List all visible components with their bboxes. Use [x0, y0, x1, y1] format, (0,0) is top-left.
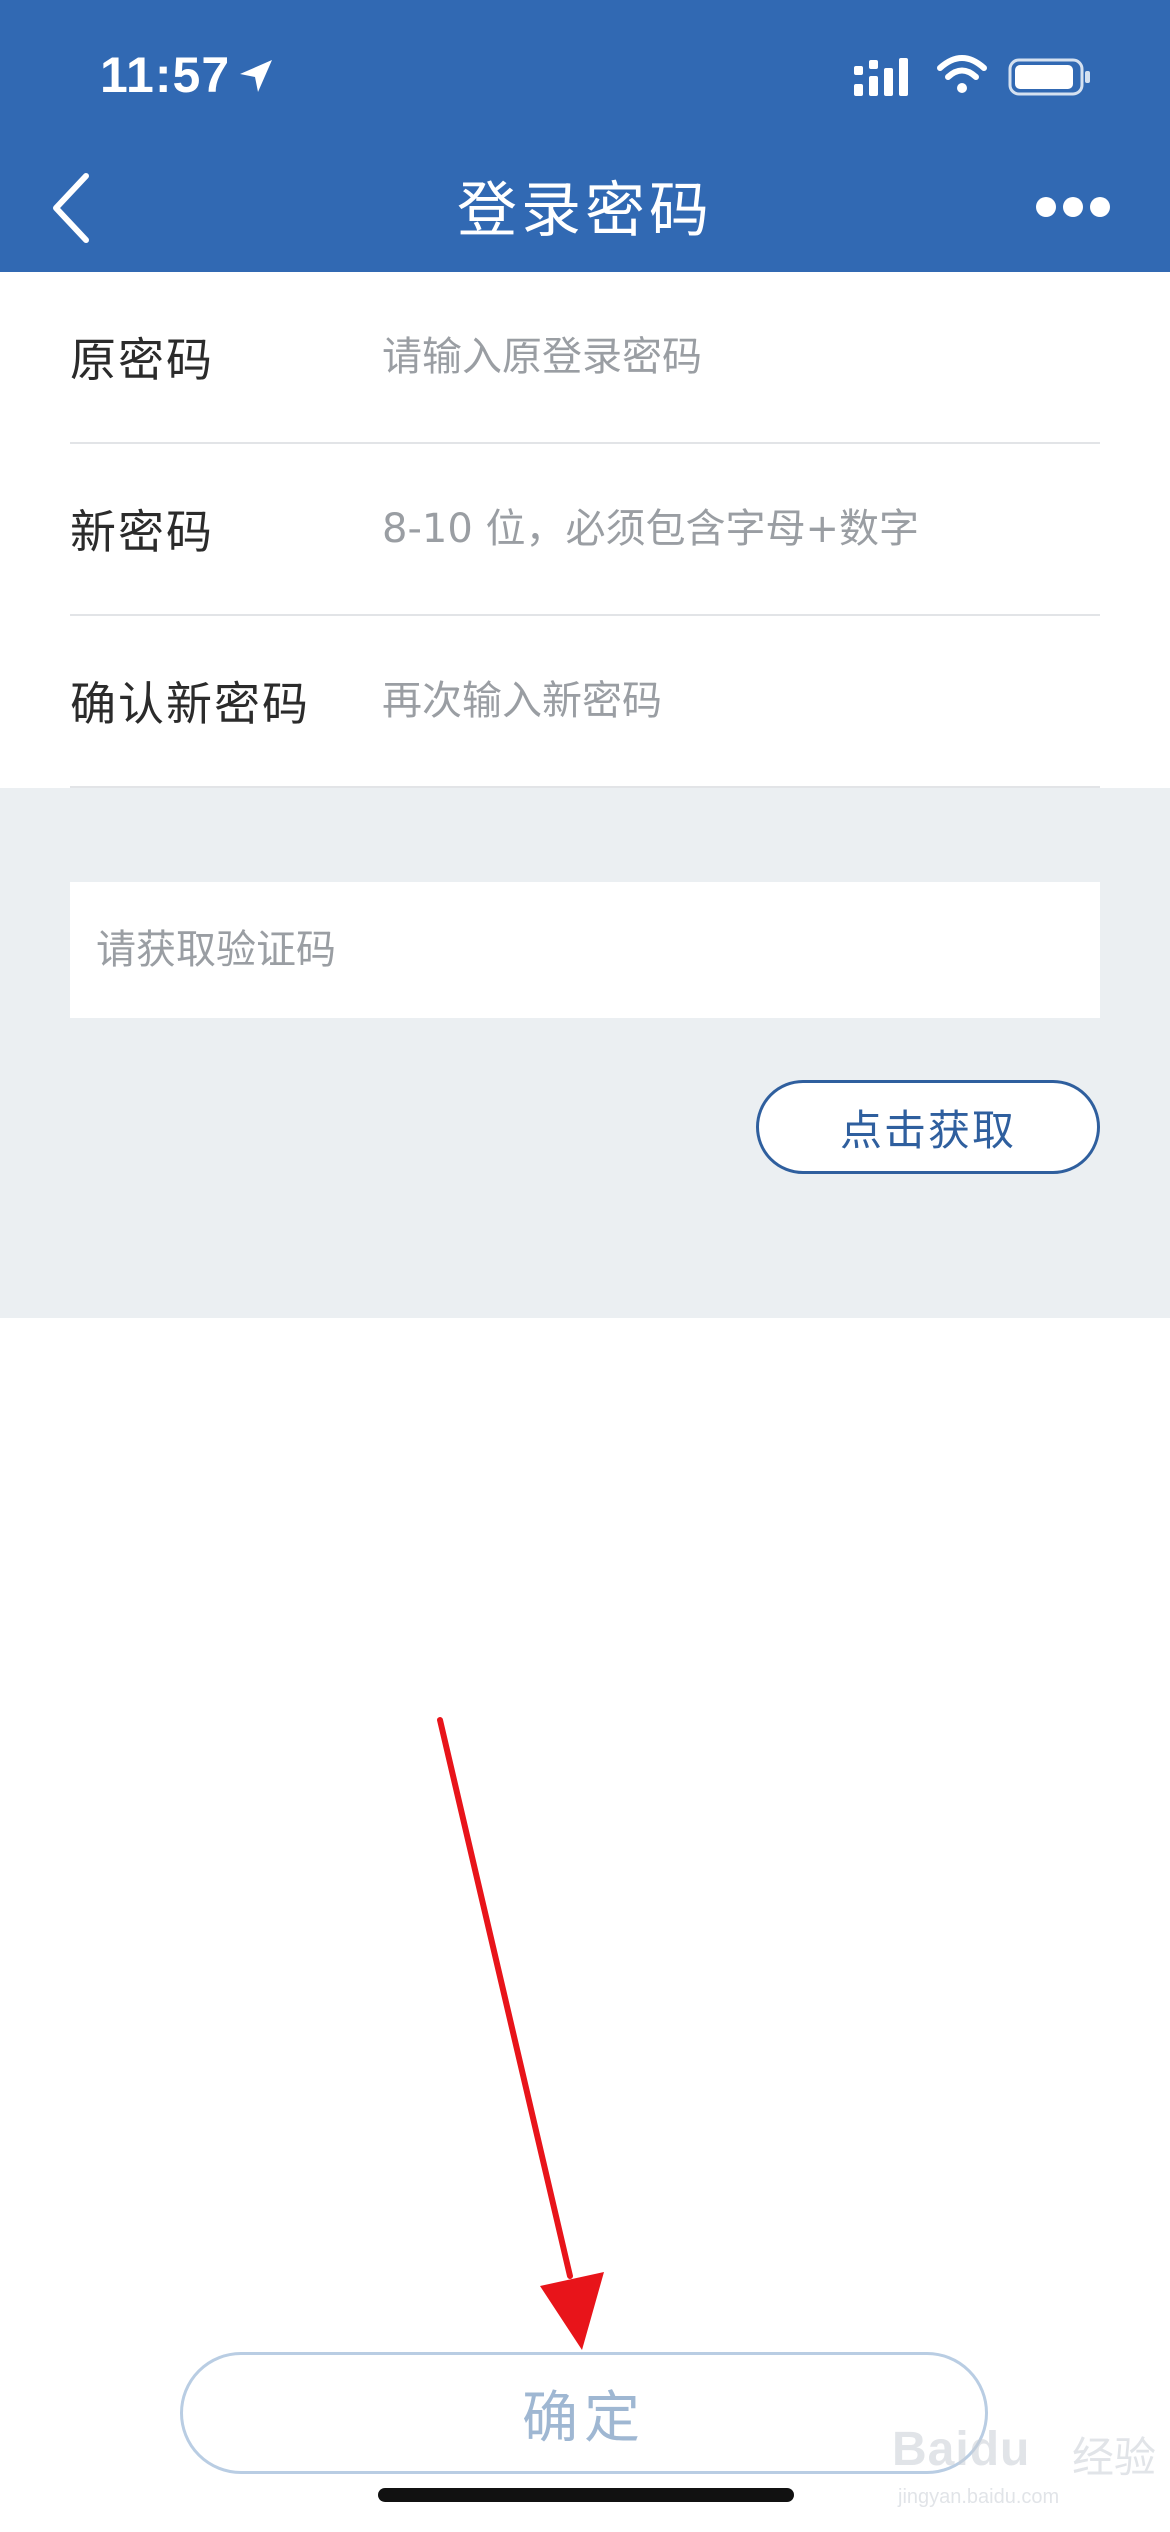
change-password-screen: 11:57 登录密码 原密码 新密码 确认新密码 请获取验证码 点击获取 确定 … [0, 0, 1170, 2532]
confirm-password-input[interactable] [382, 678, 1100, 724]
location-arrow-icon [240, 60, 272, 92]
battery-icon [1008, 58, 1090, 96]
annotation-arrow [437, 1717, 604, 2350]
cellular-signal-icon [854, 58, 908, 96]
old-password-input[interactable] [382, 334, 1100, 380]
watermark-url: jingyan.baidu.com [898, 2486, 1060, 2508]
verification-code-input[interactable] [96, 927, 1100, 973]
confirm-password-label: 确认新密码 [70, 677, 310, 731]
home-indicator [378, 2488, 794, 2502]
confirm-password-row: 确认新密码 [70, 616, 1100, 788]
old-password-row: 原密码 [70, 272, 1100, 444]
app-header: 11:57 登录密码 [0, 0, 1170, 272]
get-code-button[interactable]: 点击获取 [756, 1080, 1100, 1174]
more-dots-icon[interactable] [1034, 194, 1112, 220]
old-password-label: 原密码 [70, 333, 214, 387]
watermark-chinese: 经验 [1072, 2433, 1157, 2482]
verification-code-box [70, 882, 1100, 1018]
page-title: 登录密码 [457, 176, 713, 246]
verification-section: 点击获取 [0, 788, 1170, 1318]
wifi-icon [937, 55, 987, 93]
status-time: 11:57 [100, 47, 231, 103]
watermark-brand: Baidu [892, 2423, 1031, 2476]
new-password-row: 新密码 [70, 444, 1100, 616]
new-password-input[interactable] [382, 506, 1100, 552]
new-password-label: 新密码 [70, 505, 214, 559]
baidu-jingyan-watermark: Baidu 经验 jingyan.baidu.com [892, 2414, 1162, 2514]
confirm-button[interactable]: 确定 [180, 2352, 988, 2474]
